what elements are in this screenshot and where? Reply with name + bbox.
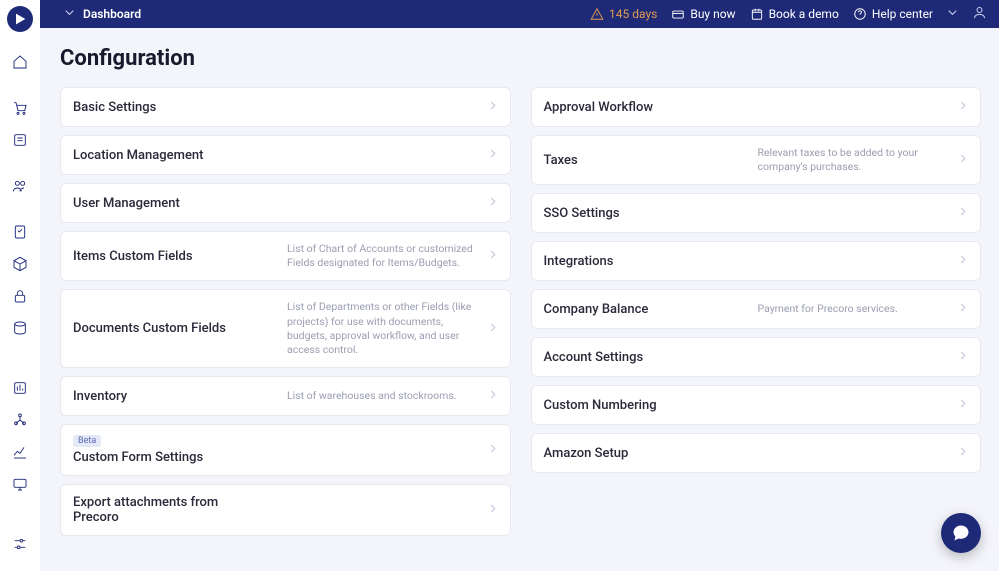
chevron-right-icon bbox=[486, 146, 500, 165]
chevron-right-icon bbox=[486, 501, 500, 520]
card-company-balance[interactable]: Company Balance Payment for Precoro serv… bbox=[531, 289, 982, 329]
card-title: Basic Settings bbox=[73, 100, 476, 115]
chevron-right-icon bbox=[956, 151, 970, 170]
card-title: Account Settings bbox=[544, 350, 947, 365]
card-desc: List of Chart of Accounts or customized … bbox=[287, 242, 476, 270]
budget-icon[interactable] bbox=[8, 128, 32, 152]
content: Configuration Basic Settings Location Ma… bbox=[40, 28, 999, 571]
card-title: User Management bbox=[73, 196, 476, 211]
card-title: Company Balance bbox=[544, 302, 744, 317]
card-items-custom-fields[interactable]: Items Custom Fields List of Chart of Acc… bbox=[60, 231, 511, 281]
chat-widget-button[interactable] bbox=[941, 513, 981, 553]
analytics-icon[interactable] bbox=[8, 440, 32, 464]
card-title: Items Custom Fields bbox=[73, 249, 273, 264]
card-title: Custom Numbering bbox=[544, 398, 947, 413]
breadcrumb[interactable]: Dashboard bbox=[83, 7, 141, 21]
settings-icon[interactable] bbox=[8, 532, 32, 556]
card-desc: List of warehouses and stockrooms. bbox=[287, 389, 476, 403]
trial-days-label: 145 days bbox=[609, 7, 657, 21]
card-desc: Relevant taxes to be added to your compa… bbox=[758, 146, 947, 174]
chevron-right-icon bbox=[956, 444, 970, 463]
card-taxes[interactable]: Taxes Relevant taxes to be added to your… bbox=[531, 135, 982, 185]
card-basic-settings[interactable]: Basic Settings bbox=[60, 87, 511, 127]
card-documents-custom-fields[interactable]: Documents Custom Fields List of Departme… bbox=[60, 289, 511, 368]
config-right-column: Approval Workflow Taxes Relevant taxes t… bbox=[531, 87, 982, 473]
card-title: Export attachments from Precoro bbox=[73, 495, 233, 525]
card-title: Integrations bbox=[544, 254, 947, 269]
page-title: Configuration bbox=[60, 46, 981, 71]
card-location-management[interactable]: Location Management bbox=[60, 135, 511, 175]
chevron-right-icon bbox=[486, 319, 500, 338]
card-account-settings[interactable]: Account Settings bbox=[531, 337, 982, 377]
buy-now-label: Buy now bbox=[690, 7, 735, 21]
card-integrations[interactable]: Integrations bbox=[531, 241, 982, 281]
logo[interactable] bbox=[7, 6, 33, 32]
reports-icon[interactable] bbox=[8, 376, 32, 400]
help-center-button[interactable]: Help center bbox=[853, 7, 933, 21]
card-custom-numbering[interactable]: Custom Numbering bbox=[531, 385, 982, 425]
breadcrumb-toggle-icon[interactable] bbox=[50, 5, 77, 23]
card-amazon-setup[interactable]: Amazon Setup bbox=[531, 433, 982, 473]
sidebar bbox=[0, 0, 40, 571]
chevron-right-icon bbox=[486, 194, 500, 213]
lock-icon[interactable] bbox=[8, 284, 32, 308]
package-icon[interactable] bbox=[8, 252, 32, 276]
display-icon[interactable] bbox=[8, 472, 32, 496]
book-demo-label: Book a demo bbox=[769, 7, 839, 21]
trial-days[interactable]: 145 days bbox=[590, 7, 657, 21]
help-center-label: Help center bbox=[872, 7, 933, 21]
card-title: SSO Settings bbox=[544, 206, 947, 221]
card-title: Custom Form Settings bbox=[73, 450, 476, 465]
card-title: Taxes bbox=[544, 153, 744, 168]
chevron-right-icon bbox=[956, 348, 970, 367]
checklist-icon[interactable] bbox=[8, 220, 32, 244]
chevron-right-icon bbox=[486, 98, 500, 117]
card-title: Amazon Setup bbox=[544, 446, 947, 461]
book-demo-button[interactable]: Book a demo bbox=[750, 7, 839, 21]
chevron-right-icon bbox=[956, 396, 970, 415]
chevron-right-icon bbox=[486, 441, 500, 460]
chevron-right-icon bbox=[956, 204, 970, 223]
card-title: Location Management bbox=[73, 148, 476, 163]
buy-now-button[interactable]: Buy now bbox=[671, 7, 735, 21]
card-inventory[interactable]: Inventory List of warehouses and stockro… bbox=[60, 376, 511, 416]
company-switcher-icon[interactable] bbox=[933, 5, 960, 23]
users-icon[interactable] bbox=[8, 174, 32, 198]
card-user-management[interactable]: User Management bbox=[60, 183, 511, 223]
chevron-right-icon bbox=[956, 98, 970, 117]
card-sso-settings[interactable]: SSO Settings bbox=[531, 193, 982, 233]
card-desc: List of Departments or other Fields (lik… bbox=[287, 300, 476, 357]
chevron-right-icon bbox=[486, 247, 500, 266]
org-icon[interactable] bbox=[8, 408, 32, 432]
chevron-right-icon bbox=[956, 300, 970, 319]
topbar: Dashboard 145 days Buy now Book a demo H… bbox=[40, 0, 999, 28]
card-title: Documents Custom Fields bbox=[73, 321, 273, 336]
card-title: Inventory bbox=[73, 389, 273, 404]
card-desc: Payment for Precoro services. bbox=[758, 302, 947, 316]
beta-badge: Beta bbox=[73, 435, 101, 447]
card-approval-workflow[interactable]: Approval Workflow bbox=[531, 87, 982, 127]
card-title: Approval Workflow bbox=[544, 100, 947, 115]
database-icon[interactable] bbox=[8, 316, 32, 340]
chevron-right-icon bbox=[486, 387, 500, 406]
home-icon[interactable] bbox=[8, 50, 32, 74]
card-custom-form-settings[interactable]: Beta Custom Form Settings bbox=[60, 424, 511, 476]
card-export-attachments[interactable]: Export attachments from Precoro bbox=[60, 484, 511, 536]
chevron-right-icon bbox=[956, 252, 970, 271]
cart-icon[interactable] bbox=[8, 96, 32, 120]
user-profile-icon[interactable] bbox=[960, 5, 987, 23]
config-left-column: Basic Settings Location Management User … bbox=[60, 87, 511, 536]
